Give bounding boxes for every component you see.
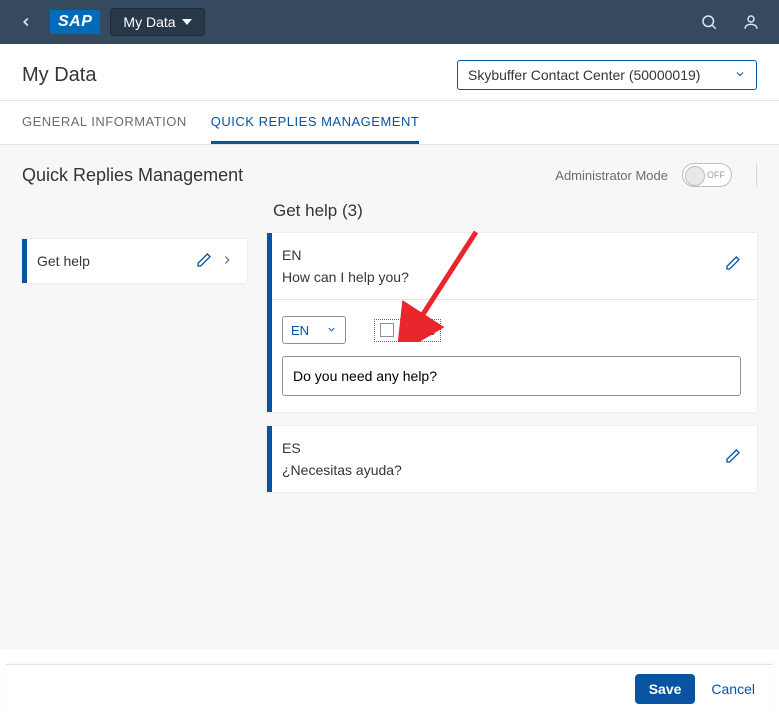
toggle-off-label: OFF — [707, 170, 725, 180]
shell-title-button[interactable]: My Data — [110, 8, 204, 36]
active-field: Active — [374, 319, 441, 342]
page-header: My Data Skybuffer Contact Center (500000… — [0, 44, 779, 101]
chevron-right-icon[interactable] — [217, 253, 237, 270]
search-icon[interactable] — [693, 6, 725, 38]
admin-mode-toggle[interactable]: OFF — [682, 163, 732, 187]
tab-general-information[interactable]: GENERAL INFORMATION — [22, 100, 187, 144]
reply-text: How can I help you? — [282, 269, 725, 285]
edit-reply-button[interactable] — [725, 440, 741, 467]
sap-logo: SAP — [50, 10, 100, 34]
shell-bar: SAP My Data — [0, 0, 779, 44]
reply-card: ES ¿Necesitas ayuda? — [267, 426, 757, 492]
user-icon[interactable] — [735, 6, 767, 38]
shell-title-label: My Data — [123, 14, 175, 30]
tabs: GENERAL INFORMATION QUICK REPLIES MANAGE… — [0, 100, 779, 145]
section-title: Quick Replies Management — [22, 165, 541, 186]
reply-lang: ES — [282, 440, 725, 456]
back-button[interactable] — [12, 8, 40, 36]
save-button[interactable]: Save — [635, 674, 696, 704]
content-header: Quick Replies Management Administrator M… — [22, 163, 757, 187]
edit-icon[interactable] — [191, 252, 217, 271]
topics-list: Get help — [22, 201, 247, 283]
company-select-value: Skybuffer Contact Center (50000019) — [468, 67, 700, 83]
language-select-value: EN — [291, 323, 309, 338]
edit-reply-button[interactable] — [725, 247, 741, 274]
active-checkbox[interactable] — [380, 323, 394, 337]
detail-title: Get help (3) — [267, 201, 757, 221]
topic-item[interactable]: Get help — [22, 239, 247, 283]
page-title: My Data — [22, 64, 441, 87]
reply-text: ¿Necesitas ayuda? — [282, 462, 725, 478]
reply-text-input[interactable] — [282, 356, 741, 396]
content-area: Quick Replies Management Administrator M… — [0, 145, 779, 649]
detail-panel: Get help (3) EN How can I help you? — [267, 201, 757, 506]
reply-editor: EN Active — [272, 300, 757, 412]
footer-toolbar: Save Cancel — [6, 664, 773, 712]
company-select[interactable]: Skybuffer Contact Center (50000019) — [457, 60, 757, 90]
admin-mode-label: Administrator Mode — [555, 168, 668, 183]
caret-down-icon — [182, 19, 192, 25]
chevron-down-icon — [734, 67, 746, 83]
language-select[interactable]: EN — [282, 316, 346, 344]
cancel-button[interactable]: Cancel — [711, 681, 755, 697]
reply-card: EN How can I help you? EN — [267, 233, 757, 412]
topic-label: Get help — [37, 253, 191, 269]
active-label: Active — [400, 323, 435, 338]
reply-lang: EN — [282, 247, 725, 263]
divider — [756, 163, 757, 187]
chevron-down-icon — [326, 323, 337, 338]
tab-quick-replies-management[interactable]: QUICK REPLIES MANAGEMENT — [211, 100, 419, 144]
